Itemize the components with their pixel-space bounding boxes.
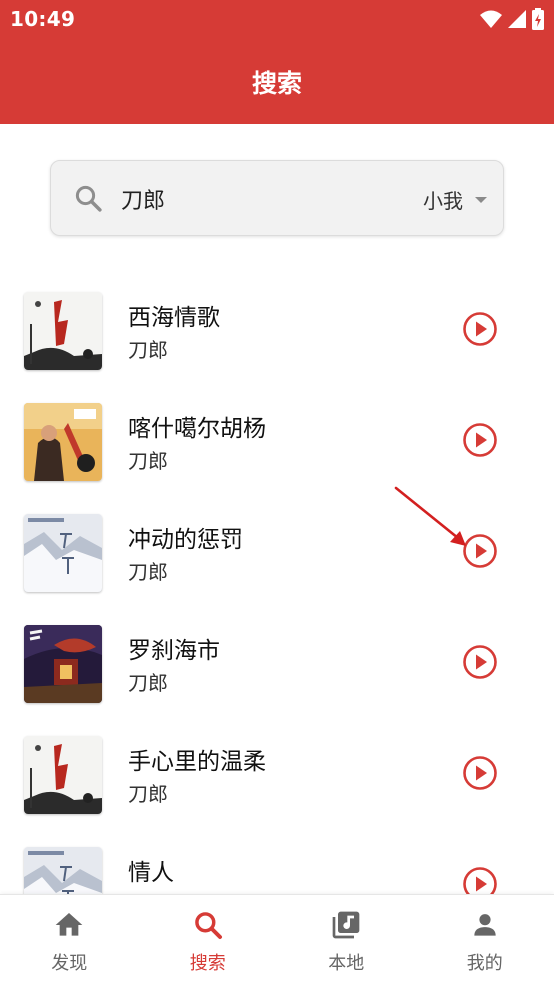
song-title: 情人	[128, 853, 174, 887]
song-title: 西海情歌	[128, 298, 220, 332]
list-item[interactable]: 手心里的温柔 刀郎	[0, 718, 554, 829]
nav-label: 本地	[277, 949, 416, 975]
play-button[interactable]	[462, 533, 498, 569]
bottom-navigation: 发现 搜索 本地 我的	[0, 894, 554, 985]
album-cover	[24, 847, 102, 894]
album-cover	[24, 292, 102, 370]
song-artist: 刀郎	[128, 667, 168, 696]
status-icons	[480, 8, 544, 30]
search-input[interactable]	[119, 179, 383, 219]
song-title: 冲动的惩罚	[128, 520, 243, 554]
library-music-icon	[330, 909, 362, 941]
list-item[interactable]: 冲动的惩罚 刀郎	[0, 496, 554, 607]
list-item[interactable]: 西海情歌 刀郎	[0, 274, 554, 385]
signal-icon	[508, 9, 526, 29]
song-artist: 刀郎	[128, 778, 168, 807]
play-button[interactable]	[462, 755, 498, 791]
battery-icon	[532, 8, 544, 30]
play-button[interactable]	[462, 866, 498, 894]
album-cover	[24, 403, 102, 481]
song-title: 喀什噶尔胡杨	[128, 409, 266, 443]
status-time: 10:49	[10, 7, 75, 31]
list-item[interactable]: 喀什噶尔胡杨 刀郎	[0, 385, 554, 496]
app-bar: 搜索	[0, 40, 554, 124]
song-list: 西海情歌 刀郎 喀什噶尔胡杨 刀郎	[0, 274, 554, 894]
search-icon	[192, 909, 224, 941]
nav-item-mine[interactable]: 我的	[416, 895, 554, 985]
song-artist: 刀郎	[128, 334, 168, 363]
play-button[interactable]	[462, 644, 498, 680]
album-cover	[24, 625, 102, 703]
nav-item-discover[interactable]: 发现	[0, 895, 139, 985]
song-artist: 刀郎	[128, 445, 168, 474]
person-icon	[469, 909, 501, 941]
song-artist: 刀郎	[128, 556, 168, 585]
play-button[interactable]	[462, 422, 498, 458]
home-icon	[53, 909, 85, 941]
play-button[interactable]	[462, 311, 498, 347]
list-item[interactable]: 罗刹海市 刀郎	[0, 607, 554, 718]
nav-label: 搜索	[139, 949, 278, 975]
nav-item-local[interactable]: 本地	[277, 895, 416, 985]
nav-item-search[interactable]: 搜索	[139, 895, 278, 985]
search-icon	[73, 183, 103, 213]
nav-label: 发现	[0, 949, 139, 975]
search-box: 小我	[50, 160, 504, 236]
source-dropdown[interactable]: 小我	[423, 185, 487, 214]
chevron-down-icon	[475, 197, 487, 203]
wifi-icon	[480, 9, 502, 29]
source-dropdown-label: 小我	[423, 185, 463, 214]
page-title: 搜索	[0, 64, 554, 100]
song-title: 手心里的温柔	[128, 742, 266, 776]
song-title: 罗刹海市	[128, 631, 220, 665]
album-cover	[24, 736, 102, 814]
status-bar: 10:49	[0, 0, 554, 40]
list-item[interactable]: 情人 刀郎	[0, 829, 554, 894]
album-cover	[24, 514, 102, 592]
nav-label: 我的	[416, 949, 554, 975]
